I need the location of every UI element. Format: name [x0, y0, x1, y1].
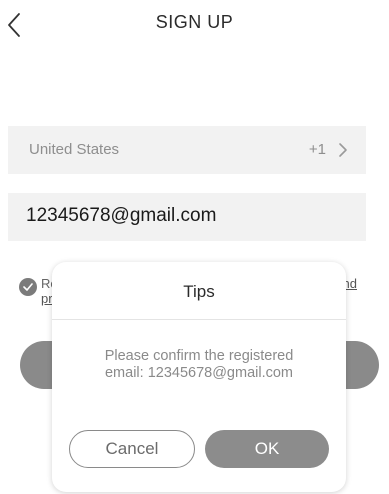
country-code: +1	[308, 141, 326, 158]
dialog-divider	[52, 319, 346, 320]
email-value: 12345678@gmail.com	[26, 205, 217, 226]
dialog-message: Please confirm the registered email: 123…	[66, 348, 332, 382]
cancel-button[interactable]: Cancel	[69, 430, 195, 468]
sign-up-screen: SIGN UP United States +1 12345678@gmail.…	[0, 0, 389, 494]
ok-button[interactable]: OK	[205, 430, 329, 468]
country-name: United States	[29, 141, 120, 158]
agreement-link-line2[interactable]: pr	[41, 291, 53, 306]
check-circle-icon	[23, 283, 33, 291]
chevron-right-icon	[339, 143, 347, 157]
dialog-title: Tips	[183, 282, 215, 301]
dialog-message-line2: email: 12345678@gmail.com	[104, 365, 293, 381]
email-field[interactable]: 12345678@gmail.com	[8, 193, 366, 241]
tips-dialog: Tips Please confirm the registered email…	[52, 262, 346, 492]
dialog-message-line1: Please confirm the registered	[104, 348, 294, 364]
agree-checkbox[interactable]	[19, 278, 37, 296]
page-title: SIGN UP	[155, 12, 234, 32]
country-selector[interactable]: United States +1	[8, 126, 366, 174]
